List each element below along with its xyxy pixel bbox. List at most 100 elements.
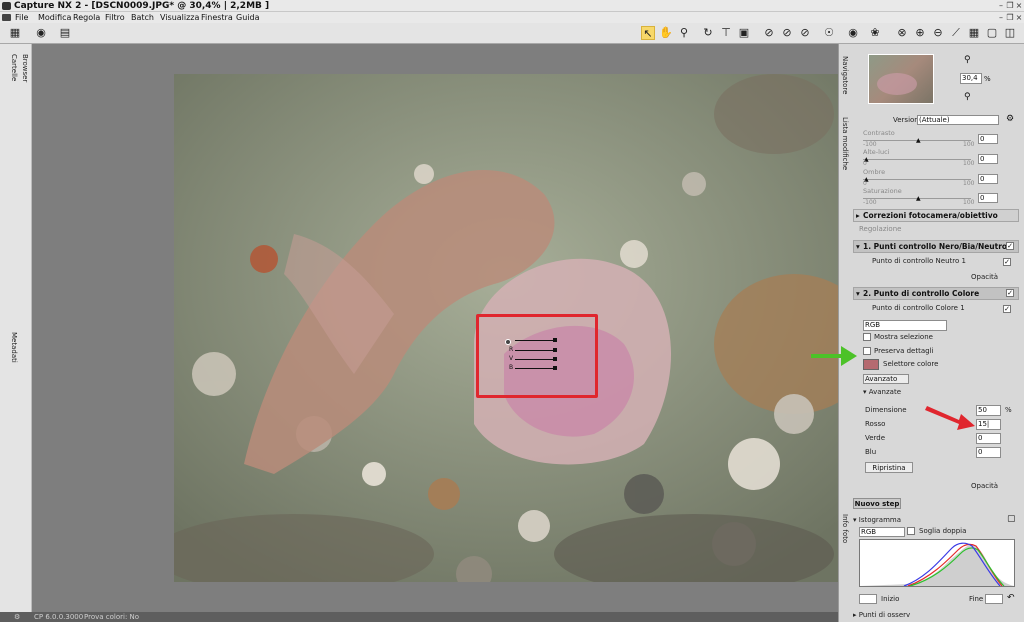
- red-field[interactable]: 15|: [976, 419, 1001, 430]
- tab-lista-modifiche[interactable]: Lista modifiche: [841, 117, 849, 170]
- rotate-icon[interactable]: ↻: [701, 26, 715, 40]
- channel-select[interactable]: RGB: [859, 527, 905, 537]
- layout-split-icon[interactable]: ◫: [1003, 26, 1017, 40]
- workspace-icon[interactable]: ▦: [8, 26, 22, 40]
- start-field[interactable]: [859, 594, 877, 604]
- collapse-arrow-icon: ▾: [856, 242, 860, 251]
- straighten-icon[interactable]: ⊤: [719, 26, 733, 40]
- zoom-out-icon[interactable]: ⚲: [964, 92, 971, 102]
- menu-regola[interactable]: Regola: [73, 12, 100, 23]
- step2-header[interactable]: ▾ 2. Punto di controllo Colore ✓: [853, 287, 1019, 300]
- show-selection-check[interactable]: [863, 333, 871, 341]
- control-point-white-icon[interactable]: ⊘: [780, 26, 794, 40]
- blue-field[interactable]: 0: [976, 447, 1001, 458]
- brush-remove-icon[interactable]: ⊖: [931, 26, 945, 40]
- toolbar: ▦ ◉ ▤ ↖ ✋ ⚲ ↻ ⊤ ▣ ⊘ ⊘ ⊘ ☉ ◉ ❀ ⊗ ⊕ ⊖ ⟋ ▦ …: [0, 23, 1024, 44]
- contrasto-field[interactable]: 0: [978, 134, 998, 144]
- control-point-neutral-icon[interactable]: ⊘: [798, 26, 812, 40]
- step1-header[interactable]: ▾ 1. Punti controllo Nero/Bia/Neutro ✓: [853, 240, 1019, 253]
- settings-icon[interactable]: ⚙: [14, 612, 20, 622]
- blue-handle[interactable]: [553, 366, 557, 370]
- browse-icon[interactable]: ◉: [34, 26, 48, 40]
- tab-navigatore[interactable]: Navigatore: [841, 56, 849, 94]
- menu-guida[interactable]: Guida: [236, 12, 259, 23]
- new-step-button[interactable]: Nuovo step: [853, 498, 901, 509]
- reset-button[interactable]: Ripristina: [865, 462, 913, 473]
- fill-icon[interactable]: ▦: [967, 26, 981, 40]
- red-handle[interactable]: [553, 348, 557, 352]
- gradient-icon[interactable]: ⟋: [949, 26, 963, 40]
- zoom-in-icon[interactable]: ⚲: [964, 55, 971, 65]
- blue-label: Blu: [865, 448, 877, 456]
- select-tool-icon[interactable]: ↖: [641, 26, 655, 40]
- ombre-field[interactable]: 0: [978, 174, 998, 184]
- photo[interactable]: R V B: [174, 74, 838, 582]
- version-select[interactable]: (Attuale): [917, 115, 999, 125]
- navigator-thumbnail[interactable]: [868, 54, 934, 104]
- step2-item-check[interactable]: ✓: [1003, 305, 1011, 313]
- version-menu-icon[interactable]: ⚙: [1006, 114, 1014, 124]
- step2-opacity[interactable]: Opacità: [971, 482, 998, 491]
- slider-thumb[interactable]: ▲: [916, 195, 921, 202]
- app-menu-icon[interactable]: [2, 14, 11, 21]
- lasso-icon[interactable]: ❀: [868, 26, 882, 40]
- menu-filtro[interactable]: Filtro: [105, 12, 125, 23]
- green-handle[interactable]: [553, 357, 557, 361]
- title-bar: Capture NX 2 - [DSCN0009.JPG* @ 30,4% | …: [0, 0, 1024, 12]
- control-point-r-label: R: [509, 346, 514, 353]
- watch-points-section[interactable]: ▸ Punti di osserv: [853, 611, 910, 620]
- size-handle[interactable]: [553, 338, 557, 342]
- control-point-center-icon[interactable]: [505, 339, 511, 345]
- right-panel: Navigatore ⚲ 30,4 % ⚲ Lista modifiche Ve…: [811, 44, 1024, 622]
- split-view-check[interactable]: [907, 527, 915, 535]
- menu-modifica[interactable]: Modifica: [38, 12, 71, 23]
- crop-icon[interactable]: ▣: [737, 26, 751, 40]
- slider-thumb[interactable]: ▲: [916, 137, 921, 144]
- lens-corrections-section[interactable]: ▸ Correzioni fotocamera/obiettivo: [853, 209, 1019, 222]
- close-icon[interactable]: ×: [1014, 1, 1024, 10]
- layout-single-icon[interactable]: ▢: [985, 26, 999, 40]
- menu-visualizza[interactable]: Visualizza: [160, 12, 199, 23]
- image-canvas[interactable]: R V B: [32, 44, 838, 612]
- advanced-dropdown[interactable]: Avanzato: [863, 374, 909, 384]
- control-point-black-icon[interactable]: ⊘: [762, 26, 776, 40]
- color-picker-label: Selettore colore: [883, 360, 939, 368]
- menu-file[interactable]: File: [15, 12, 28, 23]
- tab-metadati[interactable]: Metadati: [10, 332, 18, 363]
- control-point-color-icon[interactable]: ☉: [822, 26, 836, 40]
- saturazione-field[interactable]: 0: [978, 193, 998, 203]
- tab-browser[interactable]: Browser: [21, 54, 29, 82]
- tab-cartelle[interactable]: Cartelle: [10, 54, 18, 81]
- print-icon[interactable]: ▤: [58, 26, 72, 40]
- histogram-menu-icon[interactable]: ▢: [1007, 514, 1016, 524]
- alte-luci-field[interactable]: 0: [978, 154, 998, 164]
- step1-item[interactable]: Punto di controllo Neutro 1: [872, 257, 966, 266]
- step1-opacity[interactable]: Opacità: [971, 273, 998, 282]
- green-arrow: [809, 342, 859, 370]
- brush-add-icon[interactable]: ⊕: [913, 26, 927, 40]
- tab-info-foto[interactable]: Info foto: [841, 514, 849, 543]
- step2-enable-check[interactable]: ✓: [1006, 289, 1014, 297]
- color-swatch[interactable]: [863, 359, 879, 370]
- end-field[interactable]: [985, 594, 1003, 604]
- size-field[interactable]: 50: [976, 405, 1001, 416]
- advanced-section[interactable]: ▾ Avanzate: [863, 388, 901, 397]
- zoom-field[interactable]: 30,4: [960, 73, 982, 84]
- menu-finestra[interactable]: Finestra: [201, 12, 233, 23]
- hand-tool-icon[interactable]: ✋: [659, 26, 673, 40]
- doc-close-icon[interactable]: ×: [1014, 13, 1024, 22]
- end-label: Fine: [969, 595, 984, 603]
- step1-enable-check[interactable]: ✓: [1006, 242, 1014, 250]
- step1-item-check[interactable]: ✓: [1003, 258, 1011, 266]
- color-mode-select[interactable]: RGB: [863, 320, 947, 331]
- step2-item[interactable]: Punto di controllo Colore 1: [872, 304, 965, 313]
- green-field[interactable]: 0: [976, 433, 1001, 444]
- preserve-details-check[interactable]: [863, 347, 871, 355]
- histogram-section[interactable]: ▾ Istogramma: [853, 516, 901, 525]
- menu-batch[interactable]: Batch: [131, 12, 154, 23]
- brush-icon[interactable]: ⊗: [895, 26, 909, 40]
- zoom-tool-icon[interactable]: ⚲: [677, 26, 691, 40]
- reset-histogram-icon[interactable]: ↶: [1007, 593, 1015, 603]
- control-point-widget[interactable]: R V B: [505, 338, 563, 374]
- red-eye-icon[interactable]: ◉: [846, 26, 860, 40]
